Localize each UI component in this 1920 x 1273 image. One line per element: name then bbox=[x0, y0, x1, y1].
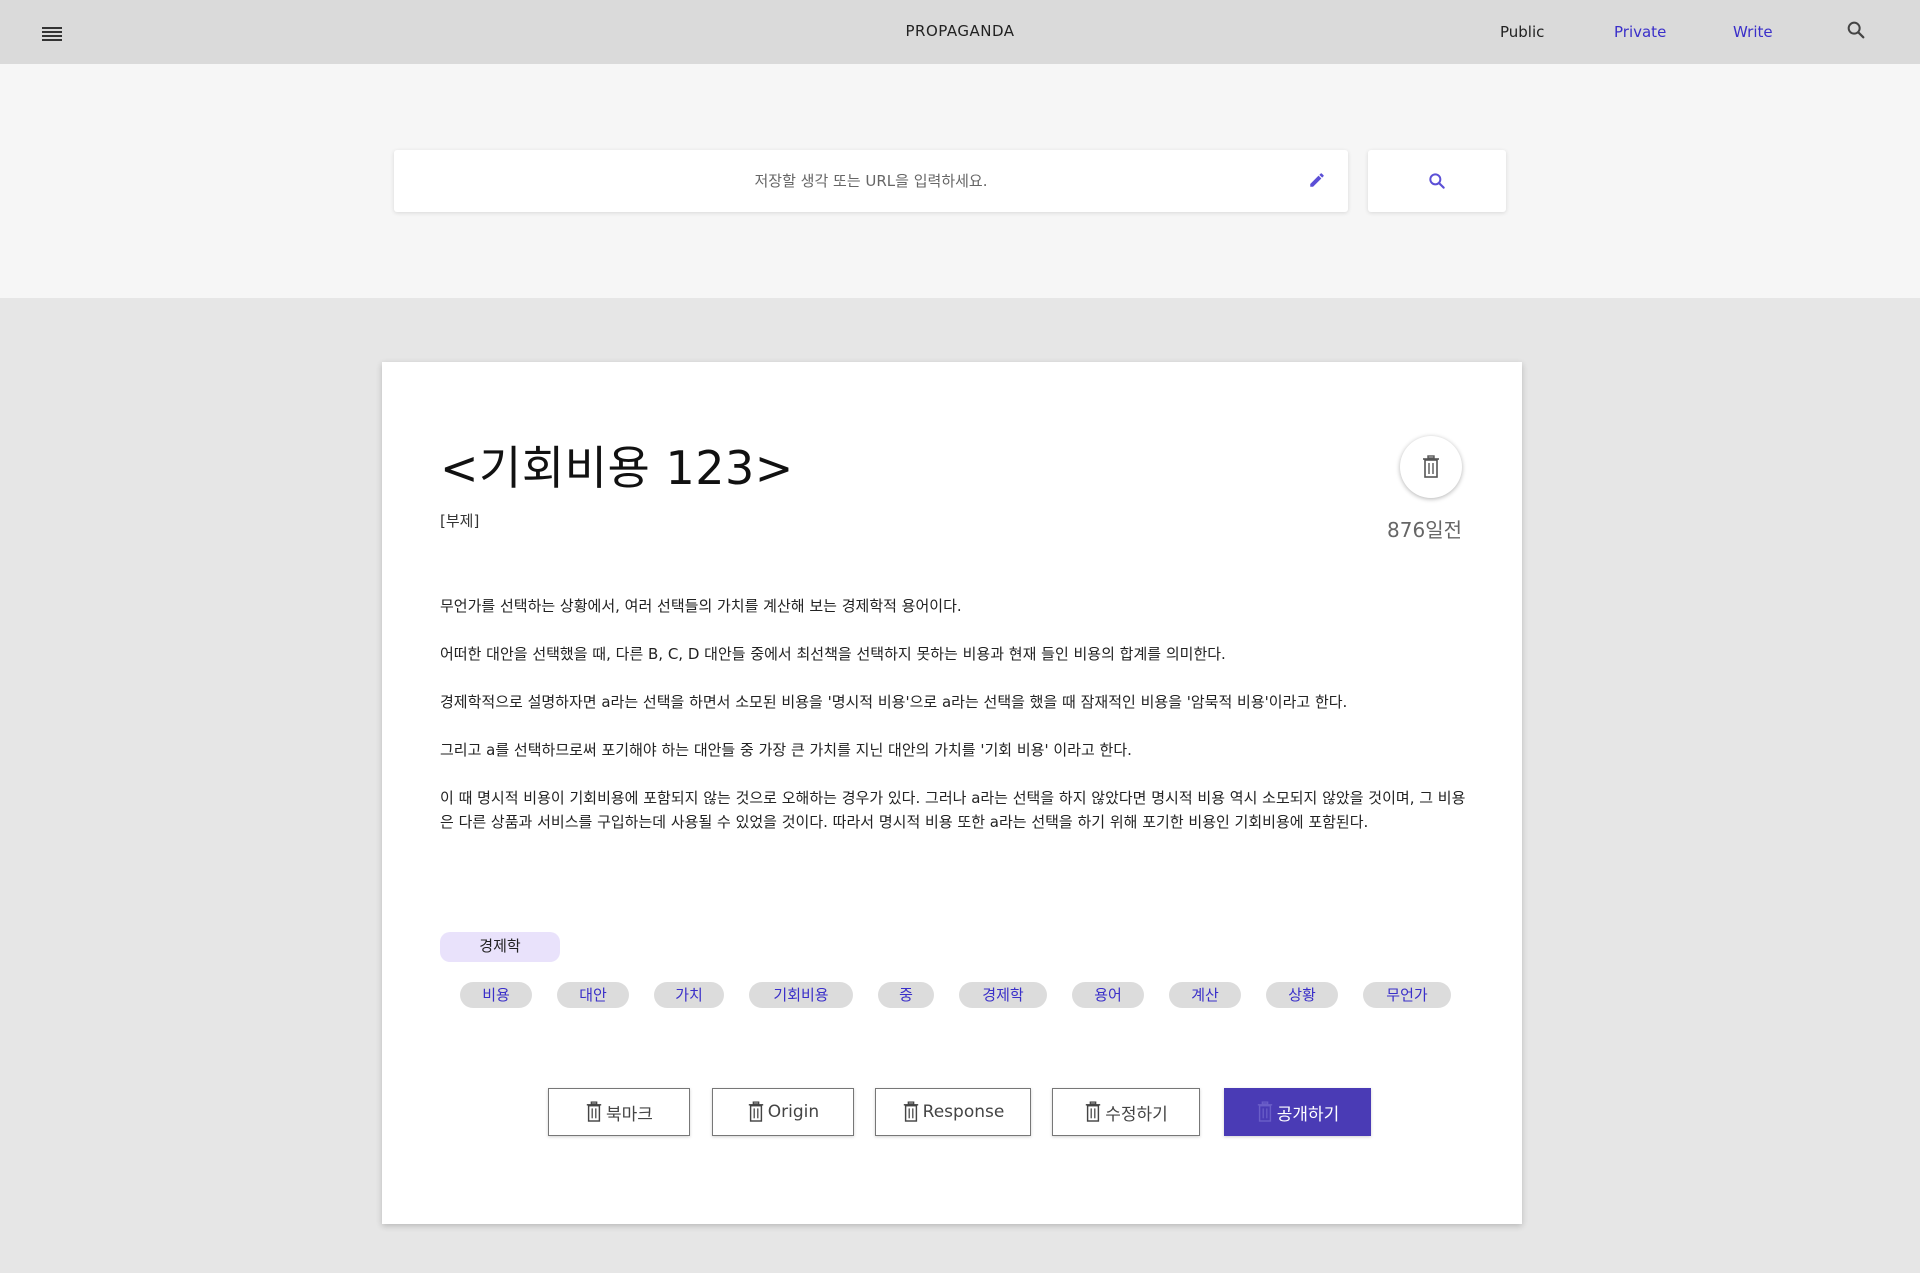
trash-icon bbox=[748, 1101, 763, 1122]
pencil-icon[interactable] bbox=[1308, 171, 1326, 189]
bookmark-button[interactable]: 북마크 bbox=[548, 1088, 690, 1136]
post-title: <기회비용 123> bbox=[440, 441, 794, 495]
tag-chip[interactable]: 비용 bbox=[460, 982, 532, 1008]
bookmark-label: 북마크 bbox=[606, 1104, 653, 1125]
trash-icon bbox=[1086, 1101, 1101, 1122]
menu-icon[interactable] bbox=[42, 27, 62, 41]
search-icon[interactable] bbox=[1845, 19, 1867, 41]
trash-icon bbox=[586, 1101, 602, 1122]
edit-button[interactable]: 수정하기 bbox=[1052, 1088, 1200, 1136]
thought-input-box bbox=[394, 150, 1348, 212]
category-chip[interactable]: 경제학 bbox=[440, 932, 560, 962]
post-subtitle: [부제] bbox=[440, 512, 480, 530]
edit-label: 수정하기 bbox=[1105, 1104, 1168, 1125]
trash-icon bbox=[903, 1101, 918, 1122]
trash-icon bbox=[1257, 1101, 1272, 1122]
tag-chip[interactable]: 중 bbox=[878, 982, 934, 1008]
thought-url-input[interactable] bbox=[394, 150, 1348, 212]
tag-chip[interactable]: 대안 bbox=[557, 982, 629, 1008]
trash-icon bbox=[1423, 455, 1439, 478]
tag-chip[interactable]: 용어 bbox=[1072, 982, 1144, 1008]
tag-chip[interactable]: 상황 bbox=[1266, 982, 1338, 1008]
origin-button[interactable]: Origin bbox=[712, 1088, 854, 1136]
post-paragraph: 어떠한 대안을 선택했을 때, 다른 B, C, D 대안들 중에서 최선책을 … bbox=[440, 645, 1226, 663]
origin-label: Origin bbox=[767, 1102, 820, 1122]
tag-chip[interactable]: 가치 bbox=[654, 982, 724, 1008]
nav-write[interactable]: Write bbox=[1733, 23, 1773, 41]
post-paragraph: 경제학적으로 설명하자면 a라는 선택을 하면서 소모된 비용을 '명시적 비용… bbox=[440, 693, 1348, 711]
publish-button[interactable]: 공개하기 bbox=[1224, 1088, 1371, 1136]
nav-public[interactable]: Public bbox=[1500, 23, 1544, 41]
post-paragraph: 무언가를 선택하는 상황에서, 여러 선택들의 가치를 계산해 보는 경제학적 … bbox=[440, 597, 962, 615]
post-paragraph: 그리고 a를 선택하므로써 포기해야 하는 대안들 중 가장 큰 가치를 지닌 … bbox=[440, 741, 1132, 759]
publish-label: 공개하기 bbox=[1276, 1104, 1340, 1125]
tag-chip[interactable]: 경제학 bbox=[959, 982, 1047, 1008]
post-body: 무언가를 선택하는 상황에서, 여러 선택들의 가치를 계산해 보는 경제학적 … bbox=[440, 594, 1470, 858]
response-label: Response bbox=[922, 1102, 1005, 1122]
top-app-bar: PROPAGANDA Public Private Write bbox=[0, 0, 1920, 64]
post-paragraph: 이 때 명시적 비용이 기회비용에 포함되지 않는 것으로 오해하는 경우가 있… bbox=[440, 789, 1466, 831]
search-section bbox=[0, 64, 1920, 298]
delete-button[interactable] bbox=[1400, 436, 1462, 498]
nav-private[interactable]: Private bbox=[1614, 23, 1666, 41]
post-age: 876일전 bbox=[1387, 518, 1462, 542]
response-button[interactable]: Response bbox=[875, 1088, 1031, 1136]
tag-chip[interactable]: 무언가 bbox=[1363, 982, 1451, 1008]
tag-chip[interactable]: 계산 bbox=[1169, 982, 1241, 1008]
tag-chip[interactable]: 기회비용 bbox=[749, 982, 853, 1008]
post-card: <기회비용 123> [부제] 876일전 무언가를 선택하는 상황에서, 여러… bbox=[382, 362, 1522, 1224]
search-button[interactable] bbox=[1368, 150, 1506, 212]
search-icon bbox=[1429, 173, 1445, 189]
